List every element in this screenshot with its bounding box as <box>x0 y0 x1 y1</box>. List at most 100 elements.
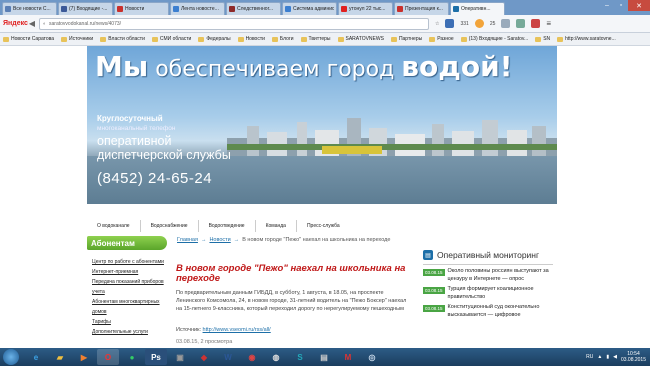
close-window-button[interactable]: ✕ <box>628 0 650 11</box>
favicon-icon <box>397 6 403 12</box>
bookmark-item[interactable]: Власти области <box>100 36 145 42</box>
bookmark-item[interactable]: Федералы <box>198 36 231 42</box>
volume-icon[interactable]: ◀ <box>613 354 617 360</box>
bookmark-item[interactable]: SN <box>535 36 550 42</box>
browser-tab[interactable]: Следственног... <box>226 2 281 15</box>
monitoring-text: Турция формирует коалиционное правительс… <box>447 286 534 300</box>
menu-item[interactable]: Пресс-служба <box>295 220 350 232</box>
web-page: Мы обеспечиваем город водой! Круглосуточ… <box>0 46 650 348</box>
tray-arrow-icon[interactable]: ▲ <box>597 354 602 360</box>
folder-icon <box>429 36 436 42</box>
bookmark-item[interactable]: Источники <box>61 36 93 42</box>
sidebar-header[interactable]: Абонентам <box>87 236 167 250</box>
browser-tab[interactable]: Новости <box>114 2 169 15</box>
sidebar-item[interactable]: Интернет-приемная <box>92 267 170 277</box>
bookmark-star-icon[interactable]: ☆ <box>435 21 439 27</box>
antivirus-icon[interactable]: M <box>337 349 359 365</box>
sidebar-item[interactable]: домов <box>92 307 170 317</box>
maximize-button[interactable]: ▫ <box>614 0 628 11</box>
url-text: saratovvodokanal.ru/news/4073/ <box>49 20 122 27</box>
minimize-button[interactable]: – <box>600 0 614 11</box>
chrome-icon[interactable]: ◉ <box>241 349 263 365</box>
bookmark-item[interactable]: (13) Входящие - Saratov... <box>460 36 528 42</box>
sidebar-list: Центр по работе с абонентами Интернет-при… <box>92 257 170 337</box>
menu-item[interactable]: Водоснабжение <box>139 220 198 232</box>
start-button[interactable] <box>3 349 19 365</box>
folder-icon <box>151 36 158 42</box>
menu-item[interactable]: Команда <box>254 220 296 232</box>
media-player-icon[interactable]: ▶ <box>73 349 95 365</box>
browser-tab[interactable]: утонул 22 тыс... <box>338 2 393 15</box>
divider <box>423 264 553 265</box>
bookmark-label: SN <box>543 36 551 42</box>
app-icon-2[interactable]: ◆ <box>193 349 215 365</box>
sidebar-item[interactable]: Передача показаний приборов <box>92 277 170 287</box>
menu-item[interactable]: Водоотведение <box>197 220 255 232</box>
bookmark-label: SARATOVNEWS <box>345 36 384 42</box>
hero-banner: Мы обеспечиваем город водой! Круглосуточ… <box>87 46 557 204</box>
skype-icon[interactable]: S <box>289 349 311 365</box>
clock[interactable]: 10:54 03.08.2015 <box>621 351 646 363</box>
bookmark-label: Новости Саратова <box>11 36 55 42</box>
menu-icon[interactable]: ≡ <box>546 19 551 28</box>
bookmark-item[interactable]: СМИ области <box>151 36 191 42</box>
app-icon-4[interactable]: ▤ <box>313 349 335 365</box>
sidebar-item[interactable]: Центр по работе с абонентами <box>92 257 170 267</box>
language-indicator[interactable]: RU <box>586 354 593 360</box>
source-link[interactable]: http://www.vseomi.ru/rss/all/ <box>203 327 271 333</box>
browser-tab[interactable]: Презентация к... <box>394 2 449 15</box>
bookmark-label: Блоги <box>279 36 294 42</box>
bookmark-item[interactable]: http://www.saratovne... <box>557 36 616 42</box>
sidebar-item[interactable]: Абонентам многоквартирных <box>92 297 170 307</box>
tab-label: (7) Входящие -... <box>69 6 108 12</box>
weather-value: 25 <box>489 20 496 27</box>
sidebar-item[interactable]: Тарифы <box>92 317 170 327</box>
menu-item[interactable]: О водоканале <box>87 220 140 232</box>
bookmark-item[interactable]: Разное <box>429 36 454 42</box>
monitoring-list: 03.08.15 Около половины россиян выступают… <box>423 268 558 322</box>
yandex-logo[interactable]: Яндекс <box>3 20 28 27</box>
opera-icon[interactable] <box>531 19 541 28</box>
system-tray: RU ▲ ▮ ◀ 10:54 03.08.2015 <box>586 348 646 366</box>
word-icon[interactable]: W <box>217 349 239 365</box>
network-icon[interactable]: ▮ <box>606 354 609 360</box>
app-icon[interactable]: ▣ <box>169 349 191 365</box>
app-icon-3[interactable]: ◍ <box>265 349 287 365</box>
back-icon[interactable]: ◀ <box>27 19 37 29</box>
sidebar-item[interactable]: учета <box>92 287 170 297</box>
favicon-icon <box>5 6 11 12</box>
sidebar-item[interactable]: Дополнительные услуги <box>92 327 170 337</box>
opera-taskbar-icon[interactable]: O <box>97 349 119 365</box>
bookmark-item[interactable]: Блоги <box>271 36 294 42</box>
browser-tab[interactable]: Все новости С... <box>2 2 57 15</box>
browser-tab[interactable]: Оперативн... <box>450 2 505 15</box>
monitoring-item[interactable]: 03.08.15 Конституционный суд окончательно… <box>423 304 558 319</box>
extension-icon[interactable] <box>516 19 526 28</box>
monitoring-item[interactable]: 03.08.15 Около половины россиян выступают… <box>423 268 558 283</box>
breadcrumb-news[interactable]: Новости <box>209 237 230 243</box>
bookmark-item[interactable]: Новости <box>237 36 265 42</box>
tab-label: Система админист... <box>293 6 334 12</box>
bookmark-item[interactable]: Новости Саратова <box>3 36 54 42</box>
downloads-icon[interactable] <box>501 19 511 28</box>
app-icon-5[interactable]: ◎ <box>361 349 383 365</box>
site-info-icon[interactable]: ◐ <box>43 21 46 27</box>
date-badge: 03.08.15 <box>423 269 445 276</box>
breadcrumb-home[interactable]: Главная <box>177 237 198 243</box>
photoshop-icon[interactable]: Ps <box>145 349 167 365</box>
ie-icon[interactable]: e <box>25 349 47 365</box>
bookmark-item[interactable]: Твиттеры <box>300 36 331 42</box>
utility-icon[interactable]: ● <box>121 349 143 365</box>
bookmark-item[interactable]: Партнеры <box>390 36 422 42</box>
address-bar[interactable]: ◐ saratovvodokanal.ru/news/4073/ <box>39 17 429 30</box>
browser-tab[interactable]: Система админист... <box>282 2 337 15</box>
monitoring-item[interactable]: 03.08.15 Турция формирует коалиционное пр… <box>423 286 558 301</box>
mail-icon[interactable] <box>445 19 455 28</box>
favicon-icon <box>173 6 179 12</box>
browser-tab[interactable]: (7) Входящие -... <box>58 2 113 15</box>
bookmark-item[interactable]: SARATOVNEWS <box>337 36 384 42</box>
explorer-icon[interactable]: ▰ <box>49 349 71 365</box>
browser-tab[interactable]: Лента новосте... <box>170 2 225 15</box>
weather-icon[interactable] <box>474 19 484 28</box>
folder-icon <box>237 36 244 42</box>
